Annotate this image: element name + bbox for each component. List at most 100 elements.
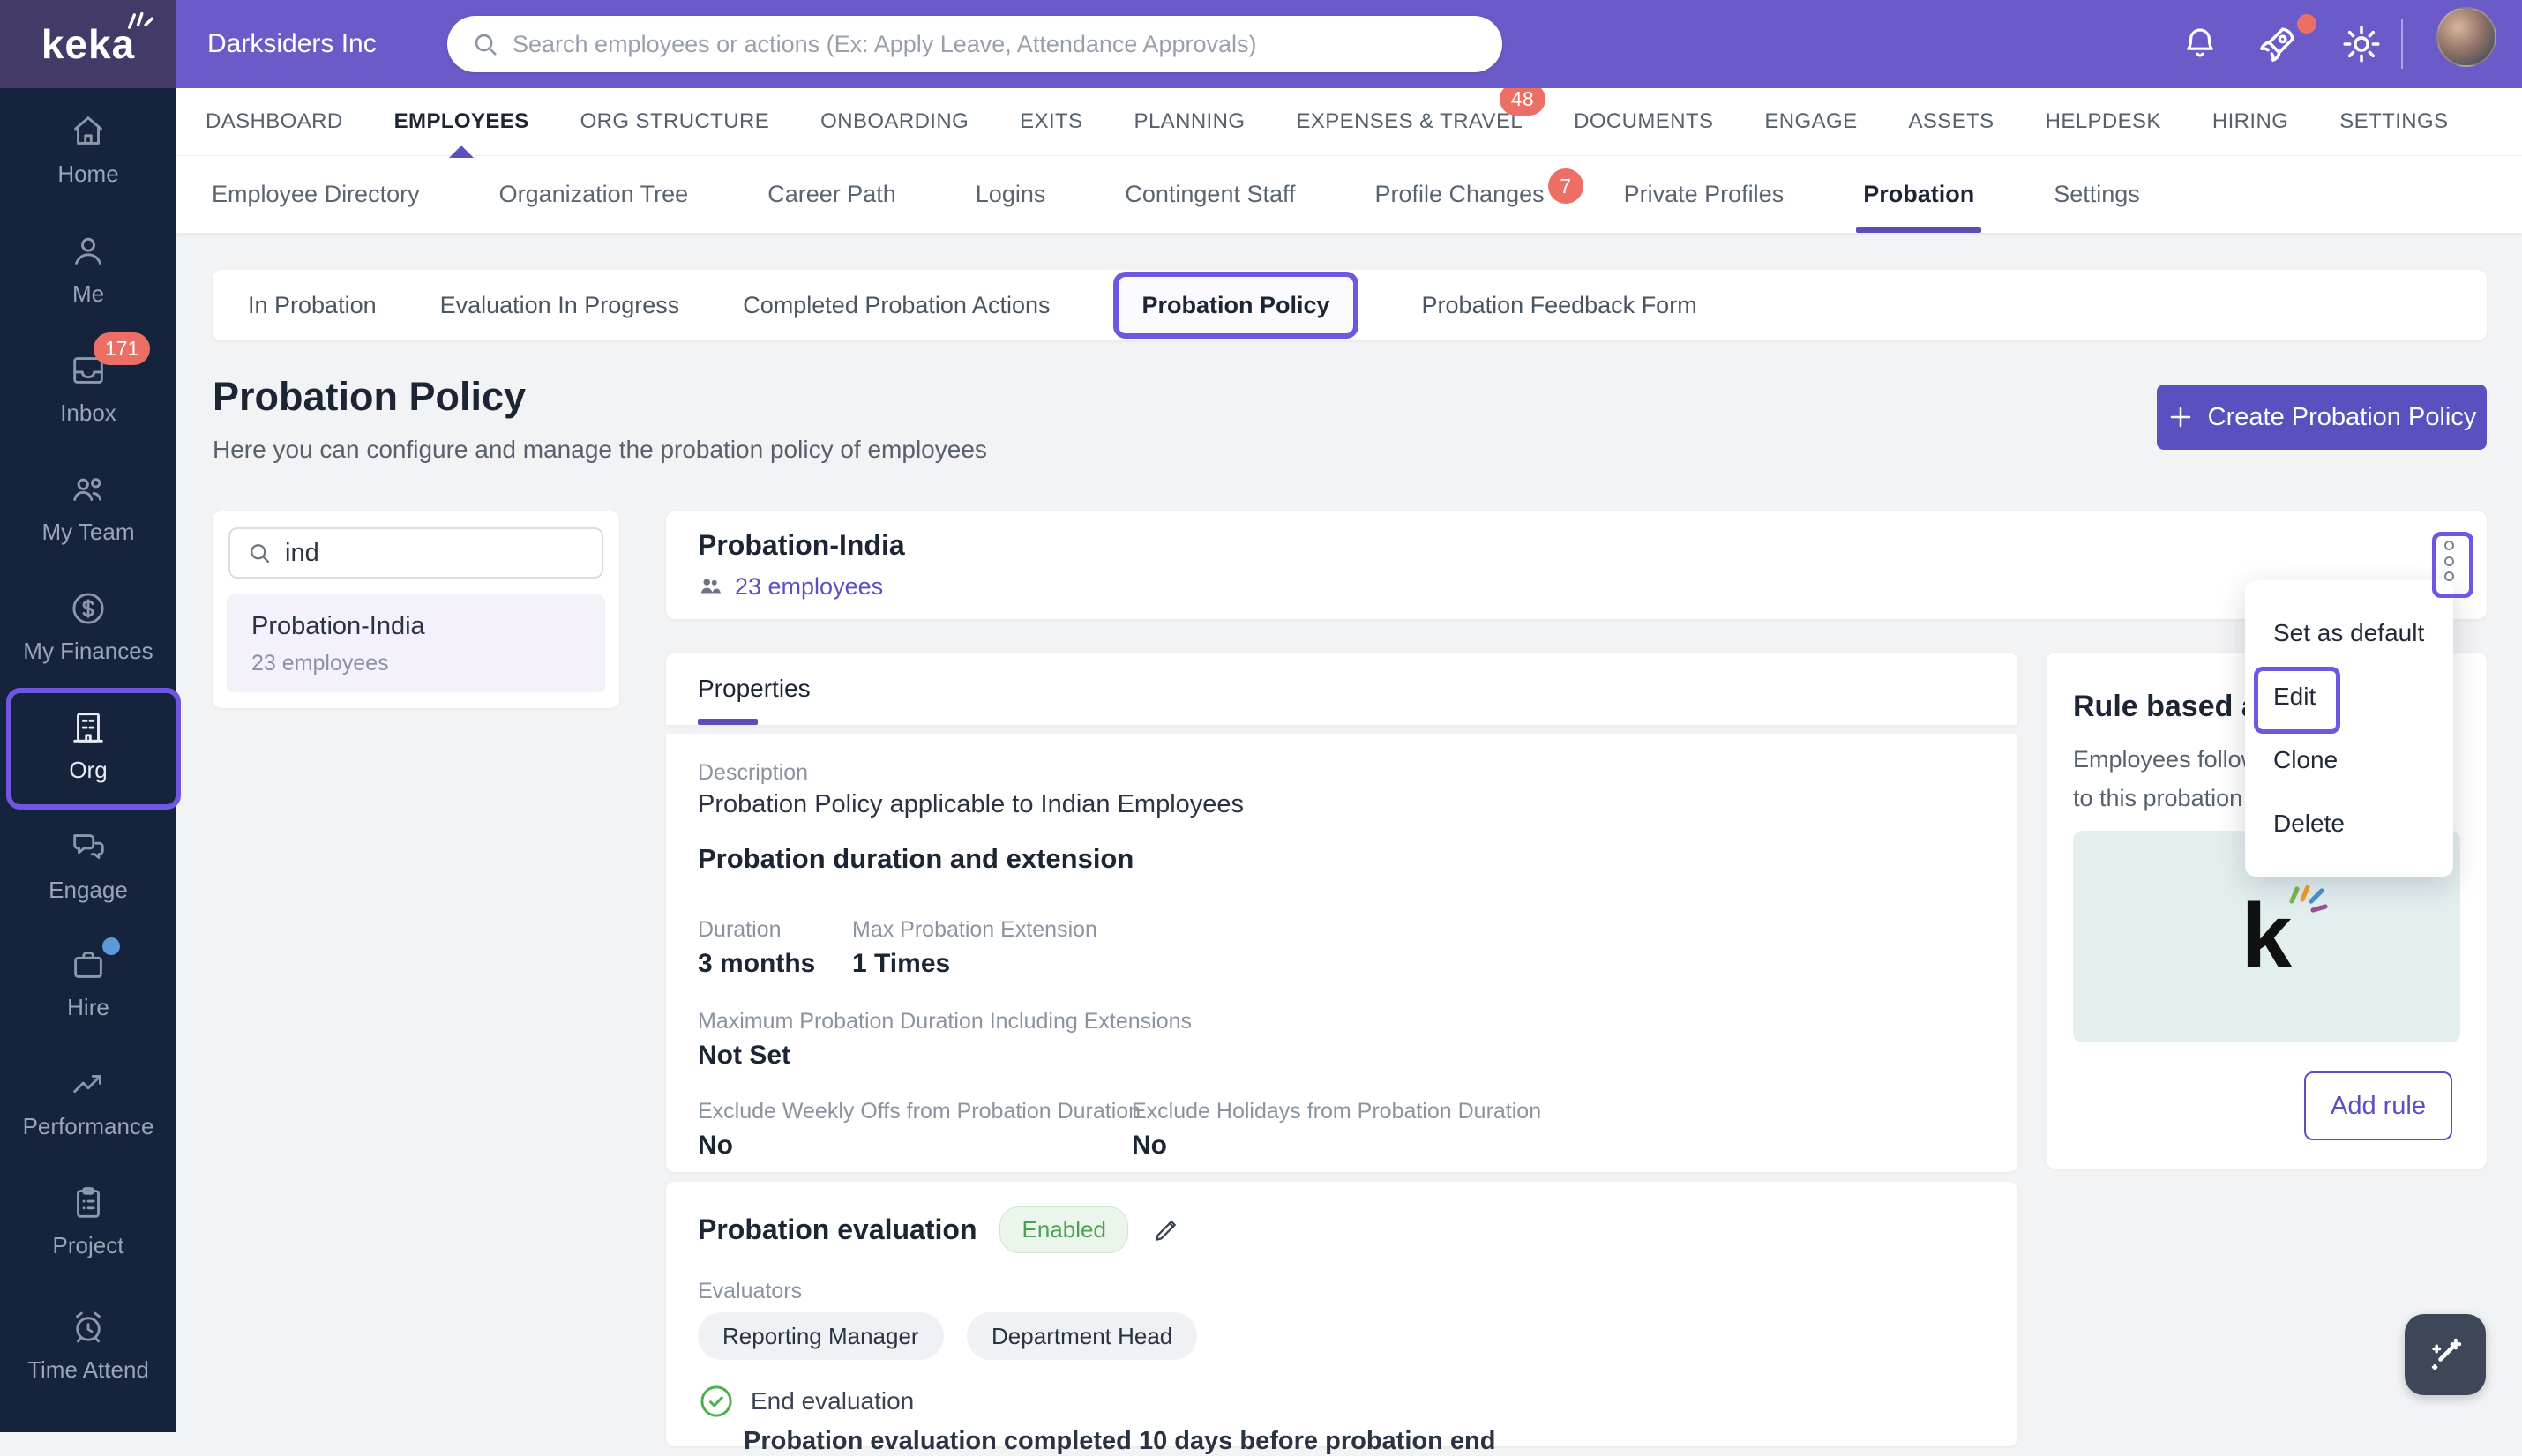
check-circle-icon (700, 1385, 732, 1417)
hire-icon (74, 952, 102, 978)
sidebar-item-my-finances[interactable]: My Finances (0, 588, 176, 665)
highlight-box-probation-policy-tab: Probation Policy (1113, 272, 1358, 339)
search-icon (475, 34, 497, 56)
keka-logo[interactable]: keka (0, 0, 176, 88)
sidebar-item-label: My Team (41, 519, 135, 545)
policy-search-field[interactable] (228, 527, 603, 579)
evaluator-chip: Reporting Manager (698, 1312, 944, 1360)
nav-engage[interactable]: ENGAGE (1764, 109, 1857, 134)
page-subtitle: Here you can configure and manage the pr… (213, 436, 987, 463)
tab-in-probation[interactable]: In Probation (248, 292, 377, 319)
sidebar-item-label: Time Attend (27, 1356, 149, 1383)
nav-helpdesk[interactable]: HELPDESK (2046, 109, 2161, 134)
max-extension-value: 1 Times (852, 949, 951, 978)
page-title: Probation Policy (213, 374, 527, 419)
nav-employees[interactable]: EMPLOYEES (394, 109, 529, 158)
menu-item-set-as-default[interactable]: Set as default (2273, 601, 2424, 665)
nav-settings[interactable]: SETTINGS (2339, 109, 2448, 134)
evaluators-label: Evaluators (698, 1279, 803, 1303)
sidebar-item-me[interactable]: Me (0, 231, 176, 308)
inbox-badge: 171 (94, 332, 151, 365)
policy-employees-link[interactable]: 23 employees (735, 573, 883, 601)
subnav-contingent-staff[interactable]: Contingent Staff (1125, 156, 1295, 233)
keka-logo-text: keka (41, 21, 136, 67)
add-rule-button[interactable]: Add rule (2304, 1071, 2452, 1140)
sidebar-item-org[interactable]: Org (0, 707, 176, 784)
sidebar-item-engage[interactable]: Engage (0, 827, 176, 904)
nav-planning[interactable]: PLANNING (1134, 109, 1246, 134)
tab-evaluation-in-progress[interactable]: Evaluation In Progress (440, 292, 680, 319)
nav-org-structure[interactable]: ORG STRUCTURE (580, 109, 770, 134)
sidebar-item-home[interactable]: Home (0, 111, 176, 188)
global-search-input[interactable]: Search employees or actions (Ex: Apply L… (447, 16, 1502, 72)
menu-item-clone[interactable]: Clone (2273, 728, 2338, 792)
nav-expenses-travel[interactable]: EXPENSES & TRAVEL 48 (1296, 83, 1546, 134)
sidebar-item-label: Inbox (60, 399, 116, 426)
nav-dashboard[interactable]: DASHBOARD (206, 109, 343, 134)
active-nav-triangle-icon (449, 146, 475, 158)
policy-search-input[interactable] (283, 537, 569, 569)
kebab-menu-button[interactable] (2437, 537, 2460, 585)
tab-completed-probation-actions[interactable]: Completed Probation Actions (743, 292, 1050, 319)
policy-name: Probation-India (698, 529, 905, 561)
subnav-private-profiles[interactable]: Private Profiles (1624, 156, 1785, 233)
company-name: Darksiders Inc (207, 29, 377, 58)
nav-assets[interactable]: ASSETS (1908, 109, 1994, 134)
exclude-holidays-label: Exclude Holidays from Probation Duration (1132, 1099, 1542, 1124)
sidebar-item-performance[interactable]: Performance (0, 1064, 176, 1140)
description-value: Probation Policy applicable to Indian Em… (698, 790, 1245, 818)
avatar[interactable] (2436, 7, 2496, 67)
menu-item-edit[interactable]: Edit (2273, 665, 2316, 728)
sidebar-item-time-attend[interactable]: Time Attend (0, 1307, 176, 1384)
bell-icon[interactable] (2179, 23, 2221, 65)
nav-exits[interactable]: EXITS (1020, 109, 1082, 134)
tab-probation-policy[interactable]: Probation Policy (1141, 292, 1329, 319)
menu-item-delete[interactable]: Delete (2273, 792, 2345, 855)
subnav-profile-changes[interactable]: Profile Changes 7 (1375, 156, 1583, 233)
sidebar-item-project[interactable]: Project (0, 1183, 176, 1259)
tab-properties[interactable]: Properties (698, 653, 811, 725)
main-nav: DASHBOARD EMPLOYEES ORG STRUCTURE ONBOAR… (176, 83, 2522, 158)
exclude-holidays-value: No (1132, 1131, 1167, 1160)
sidebar-item-label: Me (71, 280, 105, 307)
subnav-employee-directory[interactable]: Employee Directory (212, 156, 420, 233)
policy-header-card: Probation-India 23 employees (666, 511, 2487, 619)
keka-k-logo: k (2241, 885, 2329, 982)
create-probation-policy-button[interactable]: Create Probation Policy (2157, 385, 2487, 450)
rocket-icon[interactable] (2255, 21, 2301, 67)
subnav-career-path[interactable]: Career Path (767, 156, 896, 233)
search-placeholder: Search employees or actions (Ex: Apply L… (513, 30, 1257, 57)
max-duration-label: Maximum Probation Duration Including Ext… (698, 1009, 1192, 1034)
gear-icon[interactable] (2339, 22, 2384, 66)
my-team-icon (73, 478, 102, 501)
assistant-fab-button[interactable] (2405, 1314, 2486, 1395)
sidebar-item-label: Engage (49, 877, 128, 903)
pencil-icon[interactable] (1151, 1215, 1181, 1245)
performance-icon (73, 1074, 101, 1094)
probation-evaluation-card: Probation evaluation Enabled Evaluators … (666, 1182, 2017, 1455)
policy-list-item-selected[interactable]: Probation-India 23 employees (227, 594, 605, 692)
topbar-divider (2401, 19, 2403, 69)
sidebar-item-inbox[interactable]: 171 Inbox (0, 332, 176, 427)
policy-item-employees: 23 employees (251, 651, 389, 676)
max-duration-value: Not Set (698, 1041, 790, 1070)
sidebar-item-label: Project (52, 1232, 124, 1258)
sidebar-item-hire[interactable]: Hire (0, 937, 176, 1021)
nav-hiring[interactable]: HIRING (2212, 109, 2288, 134)
engage-icon (73, 834, 104, 859)
subnav-probation[interactable]: Probation (1856, 156, 1982, 233)
nav-documents[interactable]: DOCUMENTS (1574, 109, 1713, 134)
sidebar-item-label: Home (57, 161, 119, 187)
exclude-weekly-label: Exclude Weekly Offs from Probation Durat… (698, 1099, 1141, 1124)
tab-probation-feedback-form[interactable]: Probation Feedback Form (1422, 292, 1697, 319)
home-icon (74, 116, 102, 145)
sidebar-item-label: My Finances (23, 638, 153, 664)
me-icon (75, 237, 101, 265)
employees-sub-nav: Employee Directory Organization Tree Car… (176, 156, 2522, 233)
subnav-organization-tree[interactable]: Organization Tree (499, 156, 689, 233)
keka-logo-sparks-icon (128, 11, 154, 29)
nav-onboarding[interactable]: ONBOARDING (820, 109, 969, 134)
subnav-settings[interactable]: Settings (2054, 156, 2140, 233)
sidebar-item-my-team[interactable]: My Team (0, 469, 176, 546)
subnav-logins[interactable]: Logins (976, 156, 1046, 233)
